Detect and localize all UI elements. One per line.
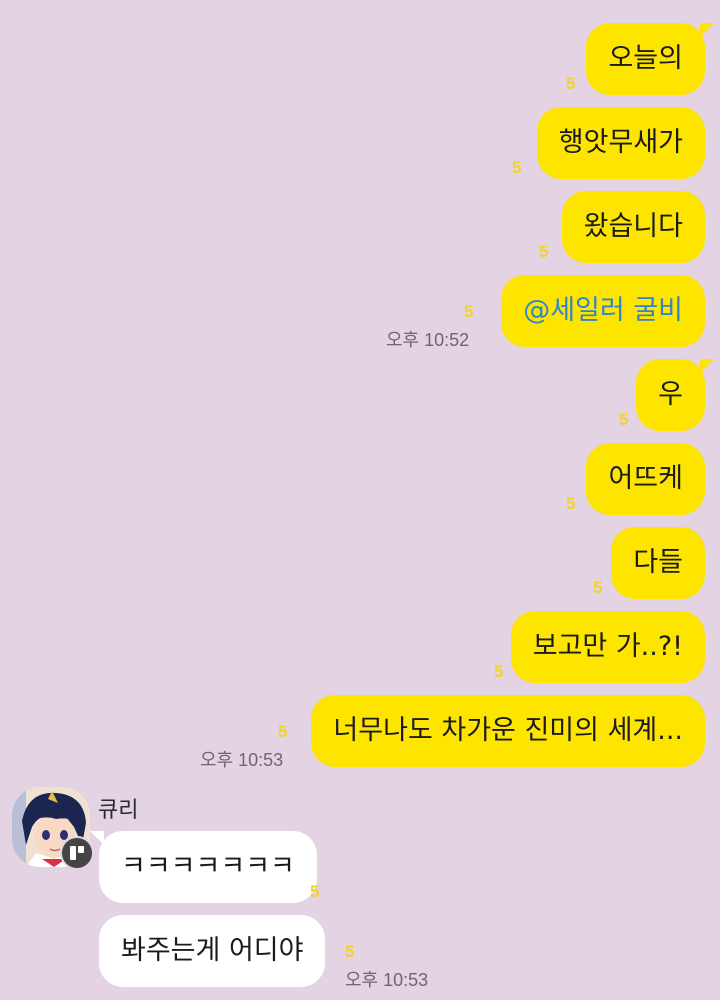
message-time: 오후 10:53 — [200, 750, 284, 770]
unread-count: 5 — [494, 662, 504, 681]
message-text: 어뜨케 — [608, 463, 683, 494]
unread-count: 5 — [566, 74, 576, 93]
their-message-bubble[interactable]: 봐주는게 어디야 — [99, 915, 326, 987]
unread-count: 5 — [619, 410, 629, 429]
message-text: 보고만 가..?! — [532, 631, 683, 662]
unread-count: 5 — [345, 942, 355, 961]
my-message-bubble[interactable]: 다들 — [611, 527, 705, 599]
my-message-bubble[interactable]: 보고만 가..?! — [510, 611, 705, 683]
message-text: 행앗무새가 — [558, 127, 683, 158]
their-message-bubble[interactable]: ㅋㅋㅋㅋㅋㅋㅋ — [90, 831, 317, 903]
channel-badge-icon — [60, 836, 94, 870]
message-text: 봐주는게 어디야 — [121, 935, 304, 966]
mention-text[interactable]: @세일러 굴비 — [523, 295, 683, 326]
unread-count: 5 — [512, 158, 522, 177]
message-time: 오후 10:53 — [345, 970, 429, 990]
unread-count: 5 — [464, 302, 474, 321]
message-text: 오늘의 — [608, 43, 683, 74]
my-message-bubble[interactable]: 어뜨케 — [586, 443, 705, 515]
unread-count: 5 — [310, 882, 320, 901]
message-text: 우 — [658, 379, 683, 410]
message-time: 오후 10:52 — [386, 330, 470, 350]
message-text: ㅋㅋㅋㅋㅋㅋㅋ — [121, 851, 295, 882]
my-message-bubble[interactable]: 우 — [636, 359, 714, 431]
my-message-bubble[interactable]: 오늘의 — [586, 23, 714, 95]
message-text: 너무나도 차가운 진미의 세계... — [333, 715, 683, 746]
message-text: 왔습니다 — [583, 211, 683, 242]
my-message-bubble[interactable]: 행앗무새가 — [536, 107, 705, 179]
my-message-bubble[interactable]: 왔습니다 — [561, 191, 705, 263]
sender-name[interactable]: 큐리 — [98, 792, 138, 824]
my-message-bubble[interactable]: 너무나도 차가운 진미의 세계... — [311, 695, 705, 767]
unread-count: 5 — [539, 242, 549, 261]
unread-count: 5 — [593, 578, 603, 597]
unread-count: 5 — [566, 494, 576, 513]
unread-count: 5 — [278, 722, 288, 741]
my-message-bubble[interactable]: @세일러 굴비 — [501, 275, 705, 347]
message-text: 다들 — [633, 547, 683, 578]
